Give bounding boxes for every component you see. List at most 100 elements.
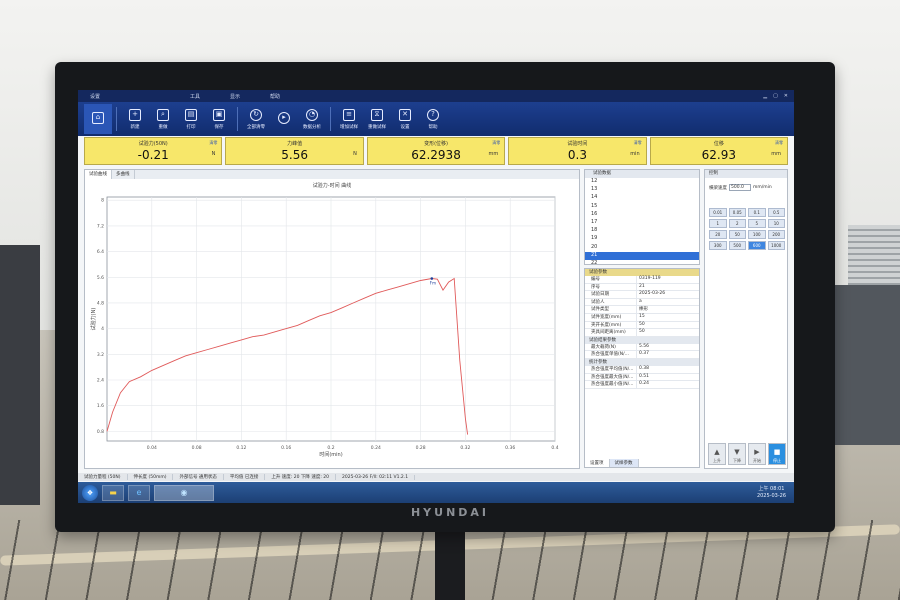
redo-sample-button[interactable]: ⧖ 重做试样 <box>363 104 391 134</box>
sample-list-item[interactable]: 13 <box>585 186 699 194</box>
start-menu-icon[interactable]: ❖ <box>82 484 98 501</box>
param-value[interactable]: 0.38 <box>637 366 649 373</box>
sample-list-item[interactable]: 22 <box>585 260 699 268</box>
speed-preset-button[interactable]: 0.01 <box>709 208 727 217</box>
maximize-icon[interactable]: ▢ <box>773 93 778 99</box>
speed-preset-button[interactable]: 500 <box>728 241 746 250</box>
chart-tabs: 试验曲线 多曲线 <box>85 170 579 179</box>
explorer-icon[interactable]: ▬ <box>102 484 124 501</box>
param-tabs: 设置项 试样参数 <box>585 459 639 467</box>
param-value[interactable]: 50 <box>637 322 645 329</box>
zero-force-button[interactable]: 清零 <box>209 140 217 146</box>
analysis-button[interactable]: ◔ 数据分析 <box>298 104 326 134</box>
speed-preset-button[interactable]: 1 <box>709 219 727 228</box>
x-tick-label: 0.24 <box>371 445 381 451</box>
y-tick-label: 2.4 <box>97 378 104 384</box>
menu-item-settings[interactable]: 设置 <box>90 93 100 100</box>
window-controls: ▁ ▢ ✕ <box>763 93 788 99</box>
sample-list-item[interactable]: 12 <box>585 178 699 186</box>
param-row: 编号 0319-119 <box>585 276 699 284</box>
close-icon[interactable]: ✕ <box>784 93 788 99</box>
help-button[interactable]: ? 帮助 <box>419 104 447 134</box>
print-button[interactable]: ▤ 打印 <box>177 104 205 134</box>
settings-button[interactable]: ✕ 设置 <box>391 104 419 134</box>
tab-sample-params[interactable]: 试样参数 <box>609 459 639 467</box>
param-value[interactable]: 0319-119 <box>637 276 661 283</box>
speed-preset-button[interactable]: 600 <box>748 241 766 250</box>
zero-displacement-button[interactable]: 清零 <box>775 140 783 146</box>
speed-preset-button[interactable]: 300 <box>709 241 727 250</box>
menu-item-view[interactable]: 显示 <box>230 93 240 100</box>
home-icon: ⌂ <box>92 111 104 124</box>
speed-preset-button[interactable]: 5 <box>748 219 766 228</box>
readout-peak-force: 力峰值 5.56 N <box>225 137 364 165</box>
start-button[interactable]: ▸ <box>270 104 298 134</box>
tab-test-curve[interactable]: 试验曲线 <box>85 170 112 179</box>
start-test-button[interactable]: ▶ 开始 <box>748 443 766 465</box>
param-value[interactable]: 0.24 <box>637 381 649 388</box>
sample-list-item[interactable]: 16 <box>585 211 699 219</box>
menu-item-help[interactable]: 帮助 <box>270 93 280 100</box>
toolbar-home-button[interactable]: ⌂ <box>84 104 112 134</box>
param-value[interactable]: 棒形 <box>637 306 648 313</box>
sample-list-item[interactable]: 18 <box>585 227 699 235</box>
status-item: 试验力量程 (50N) <box>78 474 128 480</box>
speed-preset-button[interactable]: 50 <box>728 230 746 239</box>
sample-list-item[interactable]: 20 <box>585 244 699 252</box>
x-tick-label: 0.32 <box>460 445 470 451</box>
zero-time-button[interactable]: 清零 <box>634 140 642 146</box>
sample-list-item[interactable]: 15 <box>585 203 699 211</box>
redo-button[interactable]: ⌕ 重做 <box>149 104 177 134</box>
peak-marker <box>430 277 434 280</box>
param-value[interactable]: 0.37 <box>637 351 649 358</box>
stop-button[interactable]: ■ 停止 <box>768 443 786 465</box>
speed-preset-button[interactable]: 2 <box>728 219 746 228</box>
speed-preset-button[interactable]: 20 <box>709 230 727 239</box>
speed-preset-button[interactable]: 0.05 <box>728 208 746 217</box>
speed-preset-button[interactable]: 200 <box>767 230 785 239</box>
sample-list-item[interactable]: 17 <box>585 219 699 227</box>
add-sample-button[interactable]: ≡ 增加试样 <box>335 104 363 134</box>
param-value[interactable]: 2025-03-26 <box>637 291 665 298</box>
param-value[interactable]: 5.56 <box>637 344 649 351</box>
y-tick-label: 4 <box>101 326 104 332</box>
reset-all-button[interactable]: ↻ 全部清零 <box>242 104 270 134</box>
speed-preset-button[interactable]: 1000 <box>767 241 785 250</box>
reset-icon: ↻ <box>250 108 262 121</box>
tab-multi-curve[interactable]: 多曲线 <box>112 170 135 179</box>
speed-input[interactable]: 500.0 <box>729 184 751 191</box>
menu-item-tools[interactable]: 工具 <box>190 93 200 100</box>
x-tick-label: 0.04 <box>147 445 157 451</box>
sample-list-item[interactable]: 21 <box>585 251 699 260</box>
minimize-icon[interactable]: ▁ <box>763 93 767 99</box>
running-app-icon[interactable]: ◉ <box>154 484 214 501</box>
tab-settings[interactable]: 设置项 <box>585 459 610 467</box>
param-value[interactable]: 50 <box>637 329 645 336</box>
param-key: 热合强度平均值(N/... <box>585 365 637 373</box>
control-header: 控制 <box>705 170 787 178</box>
up-button[interactable]: ▲ 上升 <box>708 443 726 465</box>
speed-preset-button[interactable]: 100 <box>748 230 766 239</box>
speed-preset-button[interactable]: 0.5 <box>767 208 785 217</box>
sample-list-item[interactable]: 14 <box>585 194 699 202</box>
speed-preset-button[interactable]: 10 <box>767 219 785 228</box>
param-key: 热合强度单值(N/... <box>585 351 637 358</box>
param-value[interactable]: a <box>637 299 642 306</box>
save-button[interactable]: ▣ 保存 <box>205 104 233 134</box>
browser-icon[interactable]: e <box>128 484 150 501</box>
param-value[interactable]: 15 <box>637 314 645 321</box>
readout-deformation: 变形(位移) 清零 62.2938 mm <box>366 137 506 165</box>
param-value[interactable]: 0.51 <box>637 374 649 381</box>
zero-deformation-button[interactable]: 清零 <box>492 140 500 146</box>
redo-sample-icon: ⧖ <box>371 108 383 121</box>
param-row: 试件宽度(mm) 15 <box>585 313 699 322</box>
param-value[interactable]: 21 <box>637 284 645 291</box>
new-button[interactable]: + 新建 <box>121 104 149 134</box>
speed-label: 横梁速度 <box>709 185 727 191</box>
down-button[interactable]: ▼ 下降 <box>728 443 746 465</box>
speed-preset-button[interactable]: 0.1 <box>748 208 766 217</box>
stat-rows: 热合强度平均值(N/... 0.38 热合强度最大值(N/... 0.51 热合强度最小… <box>585 365 699 389</box>
toolbar: ⌂ + 新建 ⌕ 重做 ▤ 打印 ▣ 保存 ↻ 全部清零 ▸ ◔ 数据分析 ≡ 增加试样 ⧖ 重… <box>78 102 794 136</box>
sample-list-item[interactable]: 19 <box>585 235 699 243</box>
redo-icon: ⌕ <box>157 108 169 121</box>
